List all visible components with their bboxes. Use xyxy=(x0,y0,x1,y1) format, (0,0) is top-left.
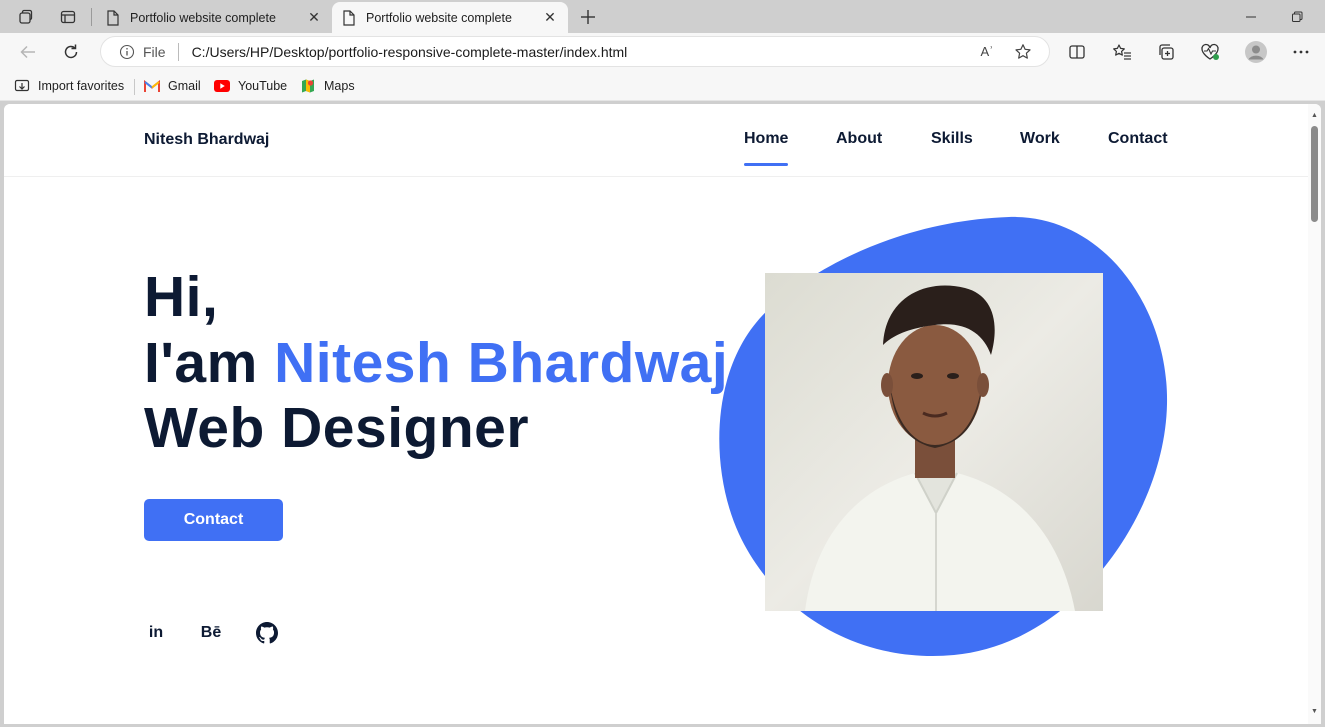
favorites-bar: Import favorites Gmail YouTube Maps xyxy=(0,71,1325,101)
tab-title: Portfolio website complete xyxy=(366,10,512,25)
split-screen-button[interactable] xyxy=(1064,39,1090,65)
nav-work[interactable]: Work xyxy=(1020,130,1060,148)
scroll-thumb[interactable] xyxy=(1311,126,1318,222)
contact-button[interactable]: Contact xyxy=(144,499,283,541)
back-button[interactable] xyxy=(15,39,41,65)
restore-button[interactable] xyxy=(1284,4,1310,30)
hero-role: Web Designer xyxy=(144,396,530,460)
favorite-maps[interactable]: Maps xyxy=(300,77,355,95)
nav-about[interactable]: About xyxy=(836,130,882,148)
tab-title: Portfolio website complete xyxy=(130,10,276,25)
favorite-gmail[interactable]: Gmail xyxy=(144,77,201,95)
active-nav-indicator xyxy=(744,163,788,166)
favorite-label: Import favorites xyxy=(38,79,125,93)
gmail-icon xyxy=(144,78,160,94)
workspaces-icon[interactable] xyxy=(14,5,38,29)
linkedin-icon[interactable]: in xyxy=(144,621,168,645)
settings-menu-button[interactable] xyxy=(1288,39,1314,65)
hero-name: Nitesh Bhardwaj xyxy=(274,331,729,395)
read-aloud-icon[interactable]: Aʾ xyxy=(977,42,997,62)
hero-greeting: Hi, xyxy=(144,265,219,329)
github-icon[interactable] xyxy=(255,621,279,645)
back-arrow-icon xyxy=(20,45,35,59)
info-icon[interactable] xyxy=(119,44,135,60)
maps-icon xyxy=(300,78,316,94)
hero-intro-line: I'am Nitesh Bhardwaj xyxy=(144,330,728,396)
favorite-import[interactable]: Import favorites xyxy=(14,77,124,95)
minimize-button[interactable] xyxy=(1238,4,1264,30)
favorite-label: Maps xyxy=(324,79,355,93)
favorite-label: YouTube xyxy=(238,79,288,93)
favorites-button[interactable] xyxy=(1109,39,1135,65)
tab-separator xyxy=(91,8,92,26)
hero-intro: I'am xyxy=(144,331,275,395)
minimize-icon xyxy=(1246,16,1256,18)
youtube-icon xyxy=(214,78,230,94)
address-separator xyxy=(177,42,179,61)
page-scrollbar[interactable]: ▲ ▼ xyxy=(1308,104,1321,724)
restore-icon xyxy=(1292,11,1303,22)
more-icon xyxy=(1293,50,1309,54)
scroll-up-icon[interactable]: ▲ xyxy=(1310,111,1319,120)
new-tab-button[interactable] xyxy=(575,4,601,30)
plus-icon xyxy=(581,10,595,24)
favorite-label: Gmail xyxy=(168,79,201,93)
favorites-list-icon xyxy=(1113,44,1131,60)
page-viewport: Nitesh Bhardwaj Home About Skills Work C… xyxy=(4,104,1321,724)
nav-home[interactable]: Home xyxy=(744,130,788,148)
url-text[interactable]: C:/Users/HP/Desktop/portfolio-responsive… xyxy=(192,44,977,60)
site-header: Nitesh Bhardwaj Home About Skills Work C… xyxy=(4,104,1308,177)
scroll-down-icon[interactable]: ▼ xyxy=(1310,707,1319,716)
favorites-separator xyxy=(134,79,135,95)
document-icon xyxy=(107,9,119,26)
browser-essentials-button[interactable] xyxy=(1197,39,1223,65)
favorite-youtube[interactable]: YouTube xyxy=(214,77,287,95)
tab-strip: Portfolio website complete ✕ Portfolio w… xyxy=(0,0,1325,33)
split-screen-icon xyxy=(1069,45,1085,59)
address-bar[interactable]: File C:/Users/HP/Desktop/portfolio-respo… xyxy=(100,36,1050,67)
scheme-label: File xyxy=(143,43,166,60)
avatar-icon xyxy=(1245,41,1267,63)
refresh-icon xyxy=(64,44,78,59)
collections-button[interactable] xyxy=(1153,39,1179,65)
close-tab-icon[interactable]: ✕ xyxy=(306,9,322,26)
site-logo[interactable]: Nitesh Bhardwaj xyxy=(144,131,269,149)
import-icon xyxy=(14,78,30,94)
document-icon xyxy=(343,9,355,26)
profile-photo xyxy=(765,273,1103,611)
close-tab-icon[interactable]: ✕ xyxy=(542,9,558,26)
heart-pulse-icon xyxy=(1201,43,1219,60)
tab-actions-icon[interactable] xyxy=(56,5,80,29)
tab-portfolio-2[interactable]: Portfolio website complete ✕ xyxy=(332,2,568,33)
nav-contact[interactable]: Contact xyxy=(1108,130,1168,148)
tab-portfolio-1[interactable]: Portfolio website complete ✕ xyxy=(96,2,332,33)
collections-icon xyxy=(1159,44,1174,60)
browser-toolbar: File C:/Users/HP/Desktop/portfolio-respo… xyxy=(0,33,1325,71)
refresh-button[interactable] xyxy=(58,39,84,65)
profile-button[interactable] xyxy=(1243,39,1269,65)
nav-skills[interactable]: Skills xyxy=(931,130,973,148)
favorite-star-icon[interactable] xyxy=(1013,42,1033,62)
behance-icon[interactable]: Bē xyxy=(199,621,223,645)
